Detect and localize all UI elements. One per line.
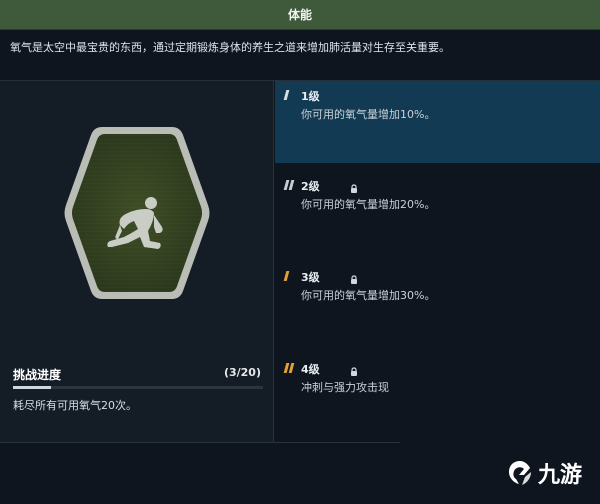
level-item-1[interactable]: 1级 你可用的氧气量增加10%。 <box>275 81 600 163</box>
skill-badge <box>62 123 212 303</box>
level-effect: 你可用的氧气量增加20%。 <box>301 198 436 211</box>
challenge-description: 耗尽所有可用氧气20次。 <box>13 399 137 412</box>
lock-icon <box>349 179 359 193</box>
sprinter-icon <box>64 127 210 299</box>
level-effect: 你可用的氧气量增加30%。 <box>301 289 436 302</box>
lock-icon <box>349 362 359 376</box>
level-name: 3级 <box>301 271 320 284</box>
level-marker-icon <box>283 271 290 281</box>
challenge-progress-count: (3/20) <box>223 366 261 379</box>
level-effect: 你可用的氧气量增加10%。 <box>301 108 436 121</box>
challenge-progress-fill <box>13 386 51 389</box>
page-title: 体能 <box>287 8 312 22</box>
watermark: 九游 <box>505 457 582 489</box>
level-item-3[interactable]: 3级 你可用的氧气量增加30%。 <box>275 262 600 344</box>
jiuyou-logo-icon <box>509 461 531 485</box>
level-name: 4级 <box>301 363 320 376</box>
skill-detail-panel: 挑战进度 (3/20) 耗尽所有可用氧气20次。 <box>0 81 274 442</box>
level-name: 1级 <box>301 90 320 103</box>
level-marker-icon <box>283 90 290 100</box>
challenge-progress-bar <box>13 386 263 389</box>
challenge-progress-label: 挑战进度 <box>13 368 62 382</box>
level-marker-icon <box>283 180 295 190</box>
level-effect: 冲刺与强力攻击现 <box>301 381 389 394</box>
watermark-text: 九游 <box>538 463 583 488</box>
level-item-2[interactable]: 2级 你可用的氧气量增加20%。 <box>275 171 600 253</box>
header-bar: 体能 <box>0 0 600 30</box>
divider <box>0 442 400 443</box>
level-name: 2级 <box>301 180 320 193</box>
skill-description: 氧气是太空中最宝贵的东西，通过定期锻炼身体的养生之道来增加肺活量对生存至关重要。 <box>10 41 450 54</box>
level-marker-icon <box>283 363 295 373</box>
lock-icon <box>349 270 359 284</box>
